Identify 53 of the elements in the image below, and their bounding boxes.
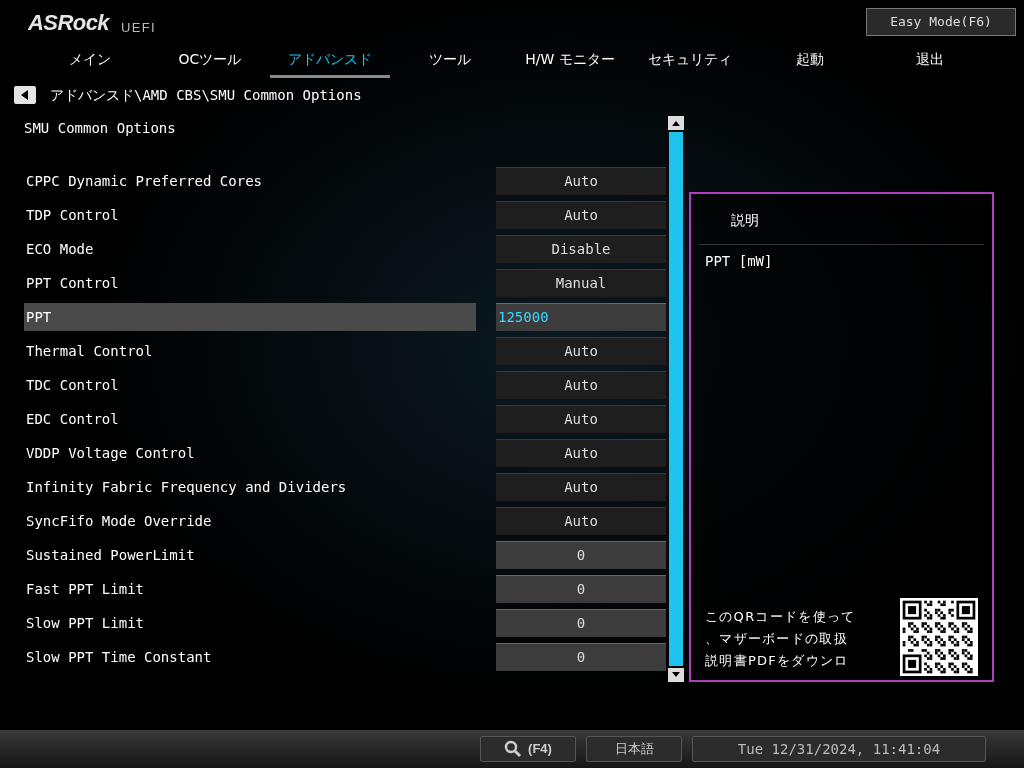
menu-tab[interactable]: OCツール <box>150 44 270 78</box>
language-button[interactable]: 日本語 <box>586 736 682 762</box>
setting-label[interactable]: VDDP Voltage Control <box>24 439 476 467</box>
setting-dropdown[interactable]: Auto <box>496 405 666 433</box>
setting-label[interactable]: SyncFifo Mode Override <box>24 507 476 535</box>
setting-dropdown[interactable]: Auto <box>496 473 666 501</box>
scroll-down-icon[interactable] <box>668 668 684 682</box>
setting-label[interactable]: PPT <box>24 303 476 331</box>
qr-code-instructions: このQRコードを使って 、マザーボードの取扱 説明書PDFをダウンロ <box>705 608 856 670</box>
menu-tab[interactable]: アドバンスド <box>270 44 390 78</box>
menu-tab[interactable]: セキュリティ <box>630 44 750 78</box>
search-button[interactable]: (F4) <box>480 736 576 762</box>
setting-input-field[interactable]: 0 <box>496 643 666 671</box>
setting-dropdown[interactable]: Disable <box>496 235 666 263</box>
description-title: 説明 <box>731 211 760 230</box>
setting-dropdown[interactable]: Manual <box>496 269 666 297</box>
search-icon <box>504 740 523 758</box>
breadcrumb: アドバンスド\AMD CBS\SMU Common Options <box>50 85 362 105</box>
setting-label[interactable]: CPPC Dynamic Preferred Cores <box>24 167 476 195</box>
setting-label[interactable]: EDC Control <box>24 405 476 433</box>
menu-tab[interactable]: メイン <box>30 44 150 78</box>
section-title: SMU Common Options <box>24 119 177 138</box>
setting-dropdown[interactable]: Auto <box>496 371 666 399</box>
setting-label[interactable]: TDC Control <box>24 371 476 399</box>
setting-label[interactable]: Slow PPT Limit <box>24 609 476 637</box>
logo: ASRock <box>28 12 110 34</box>
setting-dropdown[interactable]: Auto <box>496 201 666 229</box>
setting-label[interactable]: PPT Control <box>24 269 476 297</box>
setting-input-field[interactable]: 0 <box>496 541 666 569</box>
easy-mode-button[interactable]: Easy Mode(F6) <box>866 8 1016 36</box>
date-time: Tue 12/31/2024, 11:41:04 <box>692 736 986 762</box>
setting-input-field[interactable]: 0 <box>496 575 666 603</box>
description-text: PPT [mW] <box>705 252 774 271</box>
menu-tab[interactable]: ツール <box>390 44 510 78</box>
menu-tab[interactable]: 退出 <box>870 44 990 78</box>
setting-dropdown[interactable]: Auto <box>496 507 666 535</box>
menu-tab[interactable]: 起動 <box>750 44 870 78</box>
setting-label[interactable]: Sustained PowerLimit <box>24 541 476 569</box>
setting-label[interactable]: TDP Control <box>24 201 476 229</box>
setting-label[interactable]: ECO Mode <box>24 235 476 263</box>
scroll-up-icon[interactable] <box>668 116 684 130</box>
setting-input-field[interactable]: 125000 <box>496 303 666 331</box>
logo-subtitle: UEFI <box>121 21 156 34</box>
setting-dropdown[interactable]: Auto <box>496 167 666 195</box>
setting-label[interactable]: Fast PPT Limit <box>24 575 476 603</box>
setting-label[interactable]: Infinity Fabric Frequency and Dividers <box>24 473 476 501</box>
setting-label[interactable]: Thermal Control <box>24 337 476 365</box>
setting-label[interactable]: Slow PPT Time Constant <box>24 643 476 671</box>
menu-tab[interactable]: H/W モニター <box>510 44 630 78</box>
scrollbar-thumb[interactable] <box>669 132 683 666</box>
setting-dropdown[interactable]: Auto <box>496 337 666 365</box>
setting-input-field[interactable]: 0 <box>496 609 666 637</box>
setting-dropdown[interactable]: Auto <box>496 439 666 467</box>
